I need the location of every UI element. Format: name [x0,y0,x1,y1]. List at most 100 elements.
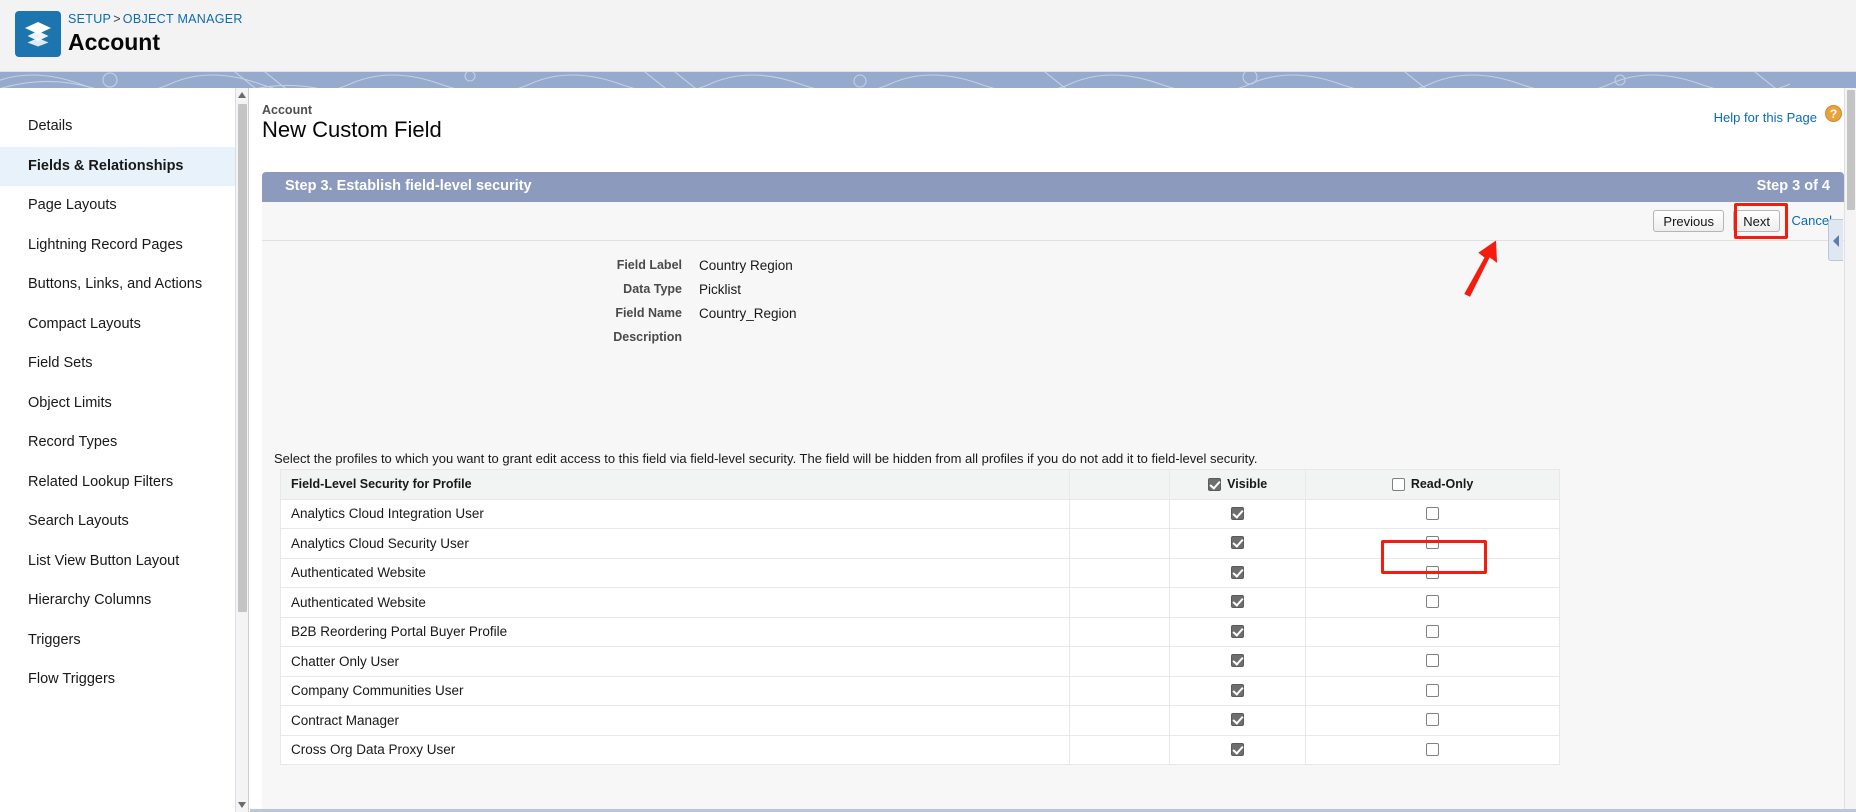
sidebar-scrollbar[interactable] [236,88,249,812]
sidebar-item-hierarchy-columns[interactable]: Hierarchy Columns [0,581,235,621]
visible-checkbox[interactable] [1231,683,1245,697]
wizard-button-row: Previous Next Cancel [262,202,1844,241]
profile-name-cell: Authenticated Website [279,557,1071,588]
table-row: Company Communities User [279,675,1560,706]
read-only-cell [1305,528,1560,559]
spacer-cell [1069,587,1171,618]
sidebar-scroll-thumb[interactable] [238,104,247,612]
read-only-cell [1305,646,1560,677]
visible-cell [1169,616,1307,647]
main-scrollbar[interactable] [1844,88,1856,812]
read-only-checkbox[interactable] [1426,624,1440,638]
detail-label: Data Type [623,282,682,296]
read-only-cell [1305,498,1560,529]
scroll-down-arrow-icon[interactable] [238,802,246,808]
profile-name-cell: Authenticated Website [279,587,1071,618]
visible-cell [1169,528,1307,559]
sidebar-item-page-layouts[interactable]: Page Layouts [0,186,235,226]
profile-name-cell: B2B Reordering Portal Buyer Profile [279,616,1071,647]
detail-row: Description [262,330,1844,354]
sidebar-item-triggers[interactable]: Triggers [0,621,235,661]
detail-label: Description [613,330,682,344]
column-header-visible-label: Visible [1227,476,1268,491]
sidebar-item-compact-layouts[interactable]: Compact Layouts [0,305,235,345]
step-bar: Step 3. Establish field-level security S… [262,172,1844,202]
detail-value: Picklist [699,282,742,297]
breadcrumb-object-manager[interactable]: OBJECT MANAGER [123,12,243,26]
detail-value: Country Region [699,258,793,273]
visible-cell [1169,587,1307,618]
main-title: New Custom Field [262,117,442,142]
visible-cell [1169,675,1307,706]
next-button[interactable]: Next [1733,210,1780,232]
cancel-link[interactable]: Cancel [1792,213,1832,228]
scroll-up-arrow-icon[interactable] [238,92,246,98]
visible-checkbox[interactable] [1231,742,1245,756]
table-row: B2B Reordering Portal Buyer Profile [279,616,1560,647]
page-title: Account [68,29,160,55]
sidebar-item-flow-triggers[interactable]: Flow Triggers [0,660,235,700]
table-row: Authenticated Website [279,587,1560,618]
spacer-cell [1069,734,1171,765]
profile-name-cell: Chatter Only User [279,646,1071,677]
profile-name-cell: Cross Org Data Proxy User [279,734,1071,765]
help-question-icon[interactable]: ? [1825,105,1842,122]
read-only-checkbox[interactable] [1426,713,1440,727]
profile-name-cell: Company Communities User [279,675,1071,706]
sidebar-item-object-limits[interactable]: Object Limits [0,384,235,424]
read-only-checkbox[interactable] [1426,536,1440,550]
sidebar-item-fields-relationships[interactable]: Fields & Relationships [0,146,235,186]
select-all-visible-checkbox[interactable] [1208,477,1222,491]
sidebar-item-search-layouts[interactable]: Search Layouts [0,502,235,542]
table-row: Analytics Cloud Security User [279,528,1560,559]
sidebar-item-related-lookup-filters[interactable]: Related Lookup Filters [0,463,235,503]
sidebar-item-buttons-links-and-actions[interactable]: Buttons, Links, and Actions [0,265,235,305]
field-detail-panel: Field Label Country Region Data Type Pickli… [262,241,1844,812]
spacer-cell [1069,616,1171,647]
spacer-cell [1069,557,1171,588]
visible-checkbox[interactable] [1231,595,1245,609]
breadcrumb-separator: > [113,12,121,26]
step-bar-title: Step 3. Establish field-level security [285,178,532,194]
table-row: Cross Org Data Proxy User [279,734,1560,765]
previous-button[interactable]: Previous [1653,210,1724,232]
visible-checkbox[interactable] [1231,506,1245,520]
main-scroll-thumb[interactable] [1847,90,1855,210]
read-only-cell [1305,705,1560,736]
sidebar-item-lightning-record-pages[interactable]: Lightning Record Pages [0,226,235,266]
detail-label: Field Name [615,306,682,320]
visible-checkbox[interactable] [1231,624,1245,638]
field-level-security-table: Field-Level Security for Profile Visible… [279,469,1560,765]
global-header: SETUP > OBJECT MANAGER Account [0,0,1856,72]
visible-checkbox[interactable] [1231,654,1245,668]
profile-name-cell: Contract Manager [279,705,1071,736]
help-for-this-page-link[interactable]: Help for this Page [1714,110,1817,125]
breadcrumb-setup[interactable]: SETUP [68,12,111,26]
visible-checkbox[interactable] [1231,536,1245,550]
read-only-cell [1305,675,1560,706]
column-header-read-only-label: Read-Only [1410,476,1474,491]
read-only-cell [1305,557,1560,588]
read-only-checkbox[interactable] [1426,565,1440,579]
layers-icon [15,11,61,57]
sidebar-item-details[interactable]: Details [0,107,235,147]
read-only-checkbox[interactable] [1426,742,1440,756]
collapse-panel-tab[interactable] [1828,219,1843,261]
read-only-checkbox[interactable] [1426,654,1440,668]
detail-value: Country_Region [699,306,797,321]
sidebar-item-record-types[interactable]: Record Types [0,423,235,463]
sidebar-item-list-view-button-layout[interactable]: List View Button Layout [0,542,235,582]
visible-cell [1169,557,1307,588]
spacer-cell [1069,646,1171,677]
read-only-cell [1305,587,1560,618]
sidebar-item-field-sets[interactable]: Field Sets [0,344,235,384]
read-only-checkbox[interactable] [1426,595,1440,609]
visible-checkbox[interactable] [1231,565,1245,579]
table-row: Contract Manager [279,705,1560,736]
field-level-security-instructions: Select the profiles to which you want to… [274,451,1258,466]
read-only-checkbox[interactable] [1426,506,1440,520]
visible-checkbox[interactable] [1231,713,1245,727]
read-only-checkbox[interactable] [1426,683,1440,697]
profile-name-cell: Analytics Cloud Security User [279,528,1071,559]
select-all-read-only-checkbox[interactable] [1391,477,1405,491]
